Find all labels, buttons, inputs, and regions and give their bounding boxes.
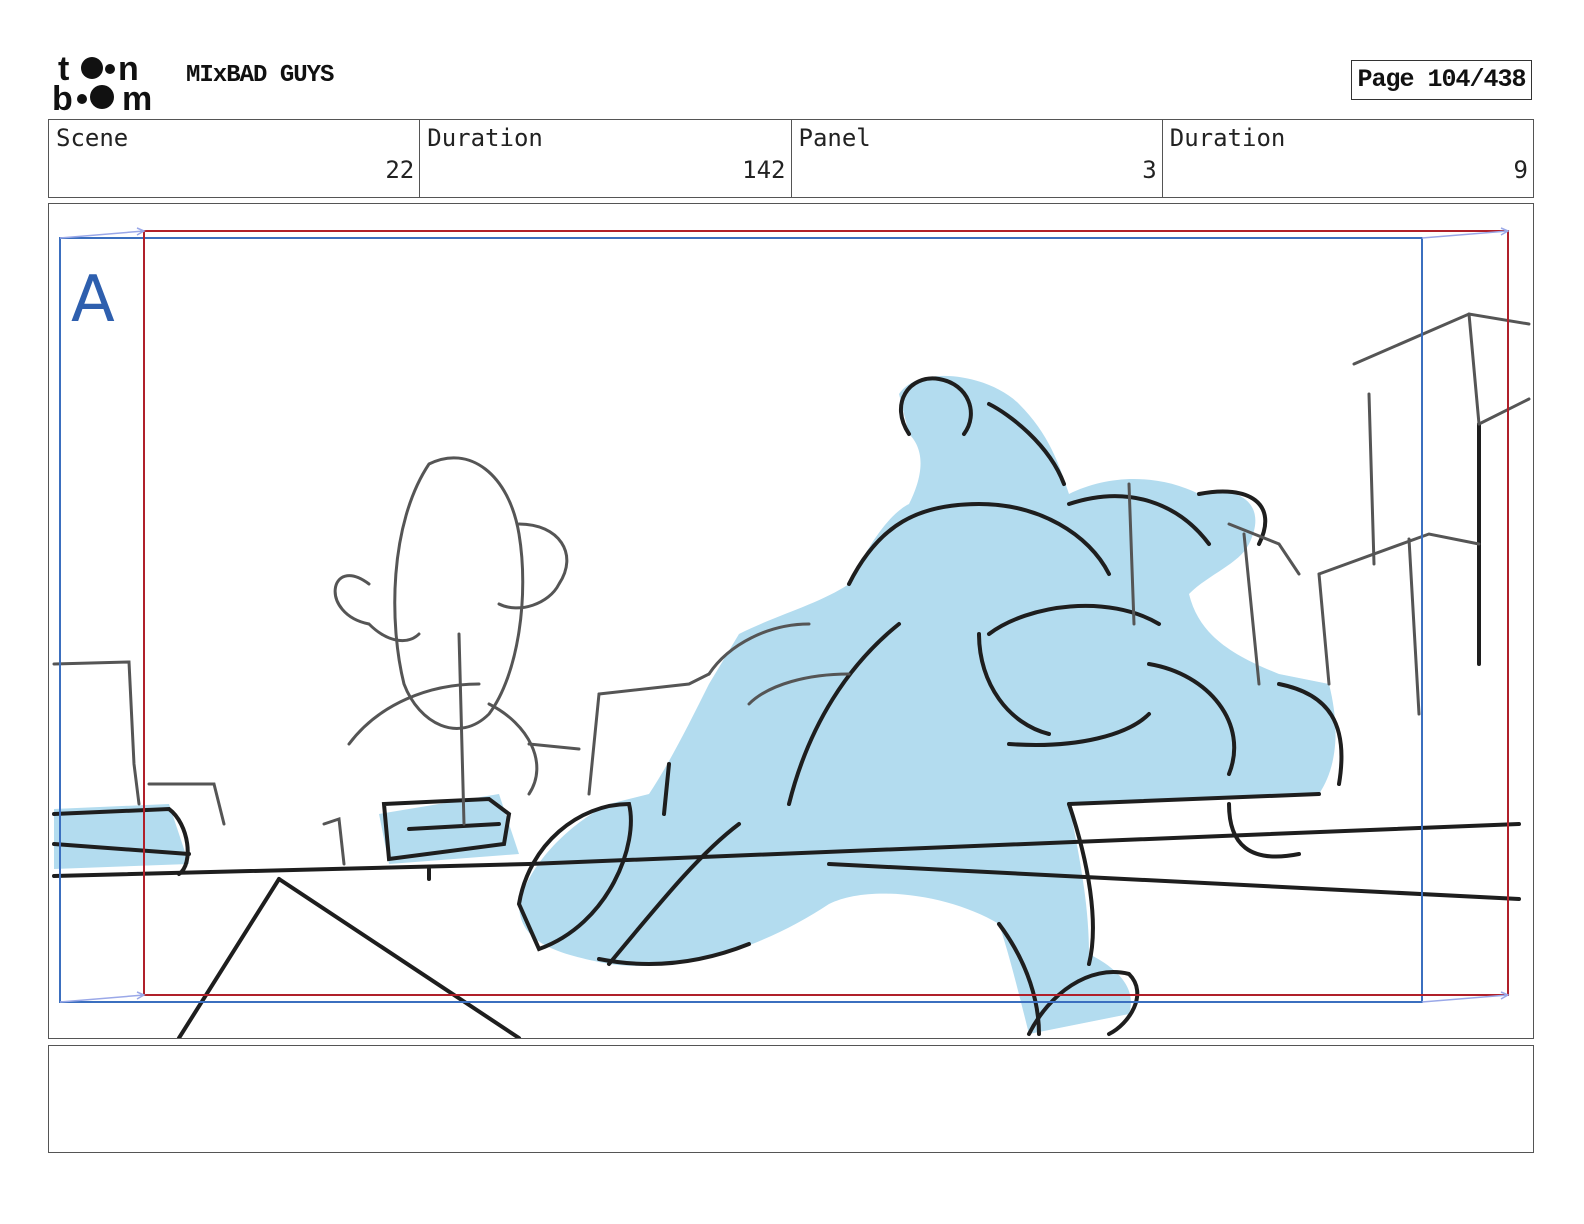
project-title: MIxBAD GUYS (186, 62, 334, 89)
character-fill (54, 375, 1336, 1034)
storyboard-panel: A (48, 203, 1534, 1039)
scene-label: Scene (56, 124, 129, 152)
page-indicator: Page 104/438 (1351, 60, 1532, 100)
panel-duration-cell: Duration 9 (1163, 120, 1533, 197)
panel-value: 3 (1142, 156, 1157, 184)
panel-duration-value: 9 (1513, 156, 1528, 184)
scene-duration-cell: Duration 142 (420, 120, 792, 197)
svg-text:m: m (122, 80, 152, 112)
scene-value: 22 (385, 156, 415, 184)
scene-duration-label: Duration (427, 124, 543, 152)
panel-cell: Panel 3 (792, 120, 1163, 197)
panel-duration-label: Duration (1169, 124, 1286, 152)
scene-duration-value: 142 (742, 156, 786, 184)
layer-marker: A (71, 263, 115, 337)
toon-boom-logo: t n b m (50, 50, 164, 118)
svg-text:b: b (52, 80, 73, 112)
scene-cell: Scene 22 (49, 120, 421, 197)
panel-label: Panel (798, 124, 871, 152)
panel-notes-box (48, 1045, 1534, 1153)
storyboard-info-bar: Scene 22 Duration 142 Panel 3 Duration 9 (48, 119, 1534, 198)
